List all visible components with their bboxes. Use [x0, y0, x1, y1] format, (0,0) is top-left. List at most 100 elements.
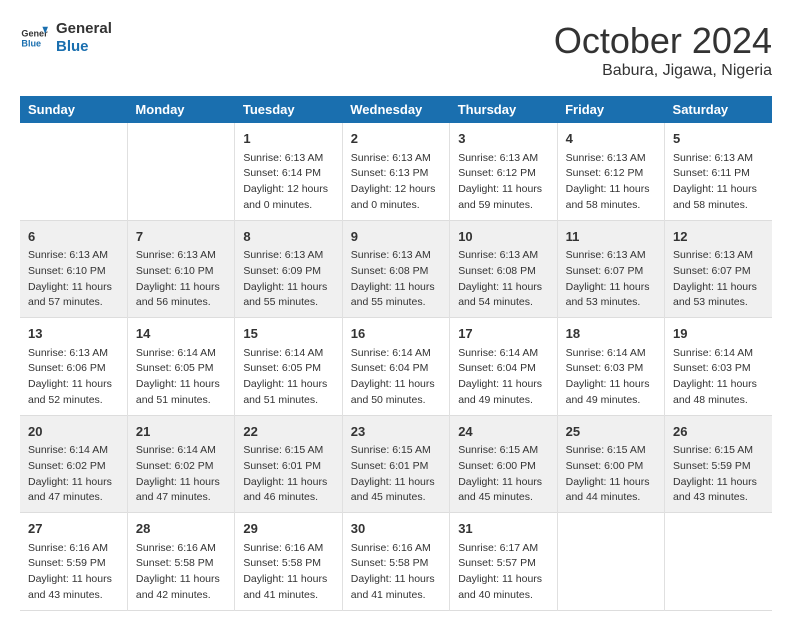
day-number: 15 [243, 324, 333, 344]
logo-line2: Blue [56, 38, 112, 56]
location-subtitle: Babura, Jigawa, Nigeria [554, 62, 772, 80]
day-info: Sunrise: 6:13 AM Sunset: 6:09 PM Dayligh… [243, 248, 333, 311]
calendar-cell: 8Sunrise: 6:13 AM Sunset: 6:09 PM Daylig… [235, 220, 342, 318]
day-info: Sunrise: 6:16 AM Sunset: 5:58 PM Dayligh… [243, 541, 333, 604]
calendar-cell [20, 123, 127, 220]
title-block: October 2024 Babura, Jigawa, Nigeria [554, 20, 772, 80]
day-info: Sunrise: 6:14 AM Sunset: 6:04 PM Dayligh… [458, 346, 548, 409]
calendar-cell: 31Sunrise: 6:17 AM Sunset: 5:57 PM Dayli… [450, 513, 557, 611]
calendar-cell: 12Sunrise: 6:13 AM Sunset: 6:07 PM Dayli… [665, 220, 772, 318]
calendar-cell: 10Sunrise: 6:13 AM Sunset: 6:08 PM Dayli… [450, 220, 557, 318]
calendar-cell: 20Sunrise: 6:14 AM Sunset: 6:02 PM Dayli… [20, 415, 127, 513]
day-number: 16 [351, 324, 441, 344]
calendar-cell: 7Sunrise: 6:13 AM Sunset: 6:10 PM Daylig… [127, 220, 234, 318]
day-info: Sunrise: 6:16 AM Sunset: 5:58 PM Dayligh… [351, 541, 441, 604]
calendar-cell: 1Sunrise: 6:13 AM Sunset: 6:14 PM Daylig… [235, 123, 342, 220]
calendar-cell: 5Sunrise: 6:13 AM Sunset: 6:11 PM Daylig… [665, 123, 772, 220]
calendar-cell: 22Sunrise: 6:15 AM Sunset: 6:01 PM Dayli… [235, 415, 342, 513]
day-number: 7 [136, 227, 226, 247]
col-header-monday: Monday [127, 96, 234, 123]
calendar-cell: 21Sunrise: 6:14 AM Sunset: 6:02 PM Dayli… [127, 415, 234, 513]
page-header: General Blue General Blue October 2024 B… [20, 20, 772, 80]
calendar-cell: 17Sunrise: 6:14 AM Sunset: 6:04 PM Dayli… [450, 318, 557, 416]
day-info: Sunrise: 6:13 AM Sunset: 6:06 PM Dayligh… [28, 346, 119, 409]
day-info: Sunrise: 6:13 AM Sunset: 6:12 PM Dayligh… [458, 151, 548, 214]
svg-text:Blue: Blue [21, 38, 41, 48]
day-number: 3 [458, 129, 548, 149]
day-number: 1 [243, 129, 333, 149]
day-info: Sunrise: 6:13 AM Sunset: 6:07 PM Dayligh… [566, 248, 656, 311]
day-info: Sunrise: 6:13 AM Sunset: 6:07 PM Dayligh… [673, 248, 764, 311]
day-number: 24 [458, 422, 548, 442]
calendar-cell: 13Sunrise: 6:13 AM Sunset: 6:06 PM Dayli… [20, 318, 127, 416]
day-info: Sunrise: 6:13 AM Sunset: 6:08 PM Dayligh… [351, 248, 441, 311]
col-header-thursday: Thursday [450, 96, 557, 123]
calendar-cell: 14Sunrise: 6:14 AM Sunset: 6:05 PM Dayli… [127, 318, 234, 416]
day-info: Sunrise: 6:13 AM Sunset: 6:12 PM Dayligh… [566, 151, 656, 214]
calendar-cell: 29Sunrise: 6:16 AM Sunset: 5:58 PM Dayli… [235, 513, 342, 611]
day-info: Sunrise: 6:16 AM Sunset: 5:59 PM Dayligh… [28, 541, 119, 604]
day-info: Sunrise: 6:15 AM Sunset: 6:01 PM Dayligh… [243, 443, 333, 506]
day-number: 10 [458, 227, 548, 247]
day-info: Sunrise: 6:17 AM Sunset: 5:57 PM Dayligh… [458, 541, 548, 604]
calendar-cell [665, 513, 772, 611]
day-number: 20 [28, 422, 119, 442]
calendar-cell: 11Sunrise: 6:13 AM Sunset: 6:07 PM Dayli… [557, 220, 664, 318]
calendar-cell: 18Sunrise: 6:14 AM Sunset: 6:03 PM Dayli… [557, 318, 664, 416]
col-header-tuesday: Tuesday [235, 96, 342, 123]
day-info: Sunrise: 6:13 AM Sunset: 6:13 PM Dayligh… [351, 151, 441, 214]
day-number: 19 [673, 324, 764, 344]
calendar-cell [557, 513, 664, 611]
col-header-saturday: Saturday [665, 96, 772, 123]
day-number: 27 [28, 519, 119, 539]
calendar-cell: 15Sunrise: 6:14 AM Sunset: 6:05 PM Dayli… [235, 318, 342, 416]
day-number: 23 [351, 422, 441, 442]
day-info: Sunrise: 6:14 AM Sunset: 6:02 PM Dayligh… [28, 443, 119, 506]
calendar-cell: 4Sunrise: 6:13 AM Sunset: 6:12 PM Daylig… [557, 123, 664, 220]
day-number: 8 [243, 227, 333, 247]
day-number: 25 [566, 422, 656, 442]
day-number: 30 [351, 519, 441, 539]
day-number: 9 [351, 227, 441, 247]
calendar-cell: 19Sunrise: 6:14 AM Sunset: 6:03 PM Dayli… [665, 318, 772, 416]
day-info: Sunrise: 6:14 AM Sunset: 6:03 PM Dayligh… [673, 346, 764, 409]
calendar-cell: 2Sunrise: 6:13 AM Sunset: 6:13 PM Daylig… [342, 123, 449, 220]
day-number: 5 [673, 129, 764, 149]
day-number: 28 [136, 519, 226, 539]
day-info: Sunrise: 6:15 AM Sunset: 6:00 PM Dayligh… [458, 443, 548, 506]
calendar-row: 13Sunrise: 6:13 AM Sunset: 6:06 PM Dayli… [20, 318, 772, 416]
calendar-cell: 3Sunrise: 6:13 AM Sunset: 6:12 PM Daylig… [450, 123, 557, 220]
day-number: 18 [566, 324, 656, 344]
logo-line1: General [56, 20, 112, 38]
calendar-row: 27Sunrise: 6:16 AM Sunset: 5:59 PM Dayli… [20, 513, 772, 611]
day-number: 6 [28, 227, 119, 247]
calendar-cell: 25Sunrise: 6:15 AM Sunset: 6:00 PM Dayli… [557, 415, 664, 513]
calendar-table: SundayMondayTuesdayWednesdayThursdayFrid… [20, 96, 772, 611]
calendar-cell: 27Sunrise: 6:16 AM Sunset: 5:59 PM Dayli… [20, 513, 127, 611]
day-number: 4 [566, 129, 656, 149]
day-number: 29 [243, 519, 333, 539]
calendar-cell: 23Sunrise: 6:15 AM Sunset: 6:01 PM Dayli… [342, 415, 449, 513]
month-title: October 2024 [554, 20, 772, 62]
day-info: Sunrise: 6:15 AM Sunset: 6:01 PM Dayligh… [351, 443, 441, 506]
day-number: 2 [351, 129, 441, 149]
calendar-cell [127, 123, 234, 220]
day-info: Sunrise: 6:14 AM Sunset: 6:04 PM Dayligh… [351, 346, 441, 409]
header-row: SundayMondayTuesdayWednesdayThursdayFrid… [20, 96, 772, 123]
day-number: 12 [673, 227, 764, 247]
day-info: Sunrise: 6:13 AM Sunset: 6:10 PM Dayligh… [136, 248, 226, 311]
day-number: 21 [136, 422, 226, 442]
calendar-cell: 16Sunrise: 6:14 AM Sunset: 6:04 PM Dayli… [342, 318, 449, 416]
calendar-row: 6 Sunrise: 6:13 AM Sunset: 6:10 PM Daylig… [20, 220, 772, 318]
calendar-cell: 6Sunrise: 6:13 AM Sunset: 6:10 PM Daylig… [20, 220, 127, 318]
calendar-cell: 9Sunrise: 6:13 AM Sunset: 6:08 PM Daylig… [342, 220, 449, 318]
calendar-row: 20Sunrise: 6:14 AM Sunset: 6:02 PM Dayli… [20, 415, 772, 513]
day-number: 11 [566, 227, 656, 247]
day-info: Sunrise: 6:14 AM Sunset: 6:03 PM Dayligh… [566, 346, 656, 409]
day-info: Sunrise: 6:14 AM Sunset: 6:05 PM Dayligh… [243, 346, 333, 409]
col-header-sunday: Sunday [20, 96, 127, 123]
day-number: 26 [673, 422, 764, 442]
day-info: Sunrise: 6:15 AM Sunset: 6:00 PM Dayligh… [566, 443, 656, 506]
day-number: 13 [28, 324, 119, 344]
calendar-cell: 24Sunrise: 6:15 AM Sunset: 6:00 PM Dayli… [450, 415, 557, 513]
